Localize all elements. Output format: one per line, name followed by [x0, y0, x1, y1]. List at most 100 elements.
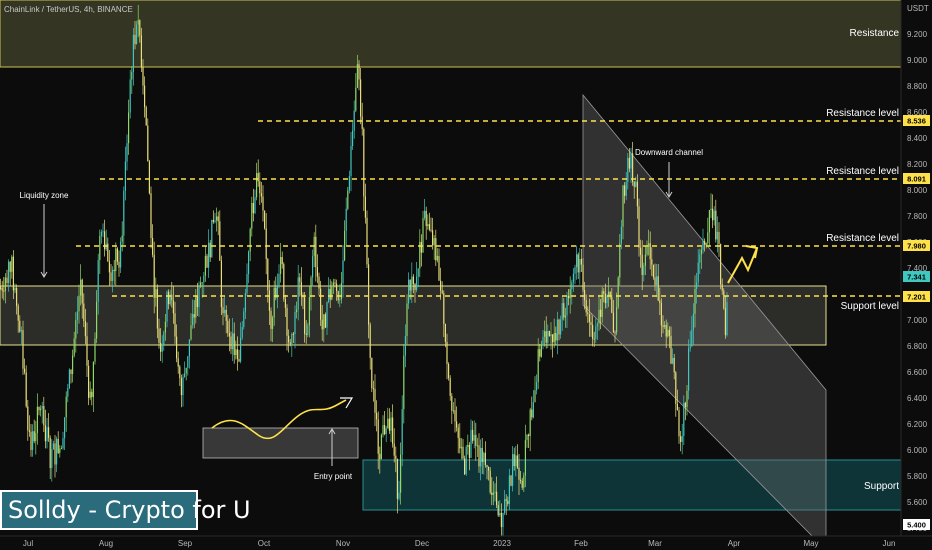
candle-body	[230, 336, 232, 350]
candle-body	[475, 434, 477, 446]
candle-body	[216, 216, 218, 221]
price-tick-label: 9.200	[907, 30, 928, 39]
candle-body	[465, 446, 467, 475]
candle-body	[550, 334, 552, 337]
candle-body	[380, 434, 382, 460]
candle-body	[563, 303, 565, 318]
candle-body	[528, 434, 530, 437]
candle-body	[4, 277, 6, 292]
candle-body	[312, 256, 314, 278]
candle-body	[432, 230, 434, 246]
candle-body	[555, 333, 557, 341]
candle-body	[393, 443, 395, 456]
candle-body	[680, 436, 682, 442]
candle-body	[200, 282, 202, 287]
candle-body	[644, 254, 646, 266]
candle-body	[203, 275, 205, 283]
price-badge-8091-text: 8.091	[907, 175, 926, 184]
candle-body	[235, 349, 237, 355]
time-tick-label: Oct	[258, 539, 271, 548]
candle-body	[3, 290, 5, 292]
candle-body	[406, 303, 408, 336]
candle-body	[222, 307, 224, 314]
candle-body	[593, 338, 595, 340]
candle-body	[454, 410, 456, 422]
time-tick-label: Sep	[178, 539, 193, 548]
chart-title[interactable]: ChainLink / TetherUS, 4h, BINANCE	[4, 5, 133, 14]
candle-body	[224, 309, 226, 314]
candle-body	[38, 406, 40, 411]
candle-body	[443, 293, 445, 324]
candle-body	[264, 210, 266, 229]
time-tick-label: May	[803, 539, 818, 548]
candle-body	[124, 161, 126, 191]
candle-body	[536, 382, 538, 391]
candle-body	[137, 20, 139, 25]
candle-body	[430, 229, 432, 231]
projection-arrow-head	[745, 245, 759, 259]
candle-body	[65, 396, 67, 418]
candle-body	[110, 272, 112, 281]
candle-body	[283, 264, 285, 300]
candle-body	[510, 475, 512, 486]
candle-body	[278, 273, 280, 287]
candle-body	[361, 116, 363, 129]
candle-body	[516, 455, 518, 468]
candle-body	[36, 406, 38, 433]
candle-body	[108, 261, 110, 273]
price-chart[interactable]: Resistance Resistance level Resistance l…	[0, 0, 932, 550]
candle-body	[716, 231, 718, 240]
candle-body	[190, 325, 192, 340]
candle-body	[548, 331, 550, 337]
candle-body	[681, 435, 683, 442]
candle-body	[350, 146, 352, 177]
candle-body	[180, 378, 182, 396]
candle-body	[24, 368, 26, 373]
candle-body	[257, 173, 259, 182]
candle-body	[51, 449, 53, 469]
candle-body	[617, 277, 619, 308]
candle-body	[377, 419, 379, 454]
candle-body	[448, 363, 450, 379]
candle-body	[374, 388, 376, 413]
candle-body	[17, 305, 19, 321]
candle-body	[171, 294, 173, 301]
candle-body	[321, 319, 323, 330]
candle-body	[158, 328, 160, 343]
price-tick-label: 5.800	[907, 472, 928, 481]
candle-body	[16, 288, 18, 306]
candle-body	[724, 308, 726, 336]
candle-body	[515, 455, 517, 467]
candle-body	[139, 20, 141, 36]
candle-body	[643, 265, 645, 275]
candle-body	[84, 321, 86, 337]
candle-body	[524, 440, 526, 476]
candle-body	[1, 287, 3, 291]
candle-body	[272, 317, 274, 329]
candle-body	[240, 337, 242, 362]
candle-body	[150, 193, 152, 238]
candle-body	[673, 357, 675, 373]
candle-body	[611, 297, 613, 313]
time-tick-label: Nov	[336, 539, 350, 548]
candle-body	[20, 330, 22, 332]
candle-body	[572, 273, 574, 283]
candle-body	[712, 208, 714, 221]
candle-body	[676, 403, 678, 411]
candle-body	[545, 331, 547, 343]
candle-body	[371, 357, 373, 389]
candle-body	[460, 446, 462, 449]
candle-body	[537, 349, 539, 383]
candle-body	[304, 297, 306, 334]
candle-body	[446, 341, 448, 364]
candle-body	[529, 409, 531, 437]
candle-body	[422, 218, 424, 253]
candle-body	[705, 243, 707, 245]
candle-body	[342, 260, 344, 284]
price-badge-7201-text: 7.201	[907, 293, 926, 302]
candle-body	[691, 329, 693, 347]
candle-body	[320, 288, 322, 320]
candle-body	[476, 445, 478, 447]
candle-body	[561, 303, 563, 320]
candle-body	[60, 448, 62, 450]
